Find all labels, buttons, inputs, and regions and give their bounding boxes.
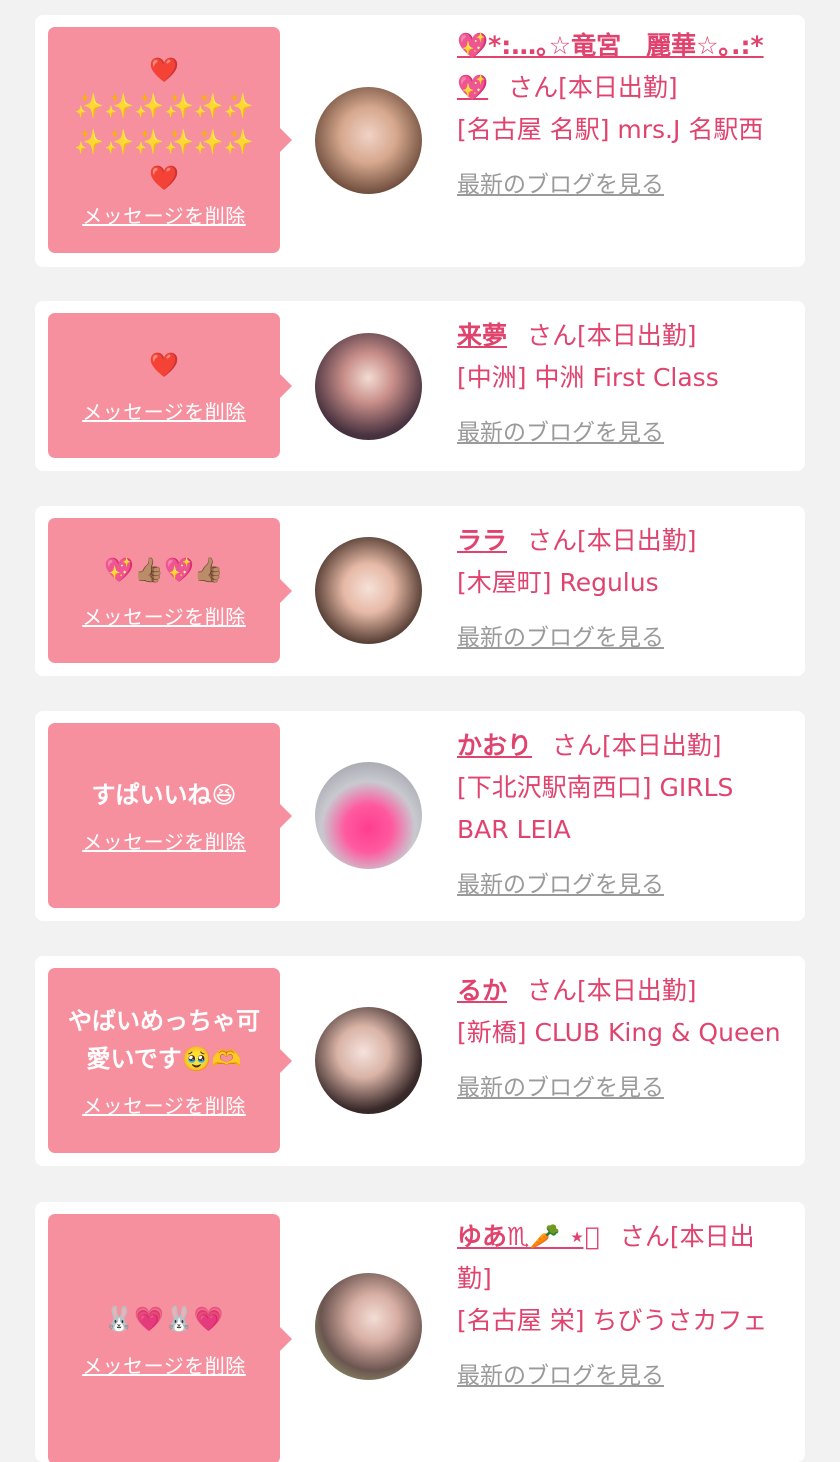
message-bubble: ❤️ ✨✨✨✨✨✨ ✨✨✨✨✨✨ ❤️ メッセージを削除: [48, 27, 292, 253]
avatar[interactable]: [315, 537, 422, 644]
cast-info: ララ さん[本日出勤] [木屋町] Regulus 最新のブログを見る: [457, 520, 787, 652]
avatar[interactable]: [315, 333, 422, 440]
message-bubble: ❤️ メッセージを削除: [48, 313, 292, 458]
list-item: すぱいいね😆 メッセージを削除 かおり さん[本日出勤] [下北沢駅南西口] GI…: [35, 711, 805, 921]
delete-message-link[interactable]: メッセージを削除: [82, 200, 246, 229]
list-item: 🐰💗🐰💗 メッセージを削除 ゆあ♏︎🥕 ⋆͛ さん[本日出勤] [名古屋 栄] ち…: [35, 1202, 805, 1462]
message-text: やばいめっちゃ可愛いです🥹🫶: [68, 1007, 260, 1073]
list-item: ❤️ メッセージを削除 来夢 さん[本日出勤] [中洲] 中洲 First Cla…: [35, 301, 805, 471]
list-item: やばいめっちゃ可愛いです🥹🫶 メッセージを削除 るか さん[本日出勤] [新橋] …: [35, 956, 805, 1166]
cast-info: ゆあ♏︎🥕 ⋆͛ さん[本日出勤] [名古屋 栄] ちびうさカフェ 最新のブログを…: [457, 1216, 787, 1390]
shop-text: [下北沢駅南西口] GIRLS BAR LEIA: [457, 773, 734, 844]
status-text: さん[本日出勤]: [527, 976, 697, 1005]
message-bubble: 💖👍🏽💖👍🏽 メッセージを削除: [48, 518, 292, 663]
message-bubble: やばいめっちゃ可愛いです🥹🫶 メッセージを削除: [48, 968, 292, 1153]
list-item: 💖👍🏽💖👍🏽 メッセージを削除 ララ さん[本日出勤] [木屋町] Regulus…: [35, 506, 805, 676]
shop-text: [名古屋 栄] ちびうさカフェ: [457, 1306, 768, 1335]
message-text: ❤️ ✨✨✨✨✨✨ ✨✨✨✨✨✨ ❤️: [74, 55, 254, 192]
cast-info: 来夢 さん[本日出勤] [中洲] 中洲 First Class 最新のブログを見る: [457, 315, 787, 447]
message-list: ❤️ ✨✨✨✨✨✨ ✨✨✨✨✨✨ ❤️ メッセージを削除 💖*:…｡☆竜宮 麗華…: [0, 0, 840, 1462]
cast-info: かおり さん[本日出勤] [下北沢駅南西口] GIRLS BAR LEIA 最新の…: [457, 725, 787, 899]
message-text: 💖👍🏽💖👍🏽: [104, 556, 224, 584]
latest-blog-link[interactable]: 最新のブログを見る: [457, 165, 664, 199]
cast-name-link[interactable]: ゆあ♏︎🥕 ⋆͛: [457, 1222, 600, 1251]
message-bubble: すぱいいね😆 メッセージを削除: [48, 723, 292, 908]
latest-blog-link[interactable]: 最新のブログを見る: [457, 1356, 664, 1390]
message-bubble: 🐰💗🐰💗 メッセージを削除: [48, 1214, 292, 1462]
message-text: すぱいいね😆: [91, 781, 237, 809]
cast-name-link[interactable]: ララ: [457, 526, 507, 555]
latest-blog-link[interactable]: 最新のブログを見る: [457, 413, 664, 447]
delete-message-link[interactable]: メッセージを削除: [82, 1350, 246, 1379]
list-item: ❤️ ✨✨✨✨✨✨ ✨✨✨✨✨✨ ❤️ メッセージを削除 💖*:…｡☆竜宮 麗華…: [35, 15, 805, 267]
latest-blog-link[interactable]: 最新のブログを見る: [457, 618, 664, 652]
cast-info: るか さん[本日出勤] [新橋] CLUB King & Queen 最新のブログ…: [457, 970, 787, 1102]
cast-name-link[interactable]: かおり: [457, 731, 532, 760]
delete-message-link[interactable]: メッセージを削除: [82, 1090, 246, 1119]
avatar[interactable]: [315, 87, 422, 194]
delete-message-link[interactable]: メッセージを削除: [82, 601, 246, 630]
status-text: さん[本日出勤]: [527, 321, 697, 350]
delete-message-link[interactable]: メッセージを削除: [82, 396, 246, 425]
cast-name-link[interactable]: るか: [457, 976, 507, 1005]
cast-name-link[interactable]: 来夢: [457, 321, 507, 350]
cast-info: 💖*:…｡☆竜宮 麗華☆｡.:*💖 さん[本日出勤] [名古屋 名駅] mrs.J…: [457, 25, 787, 199]
avatar[interactable]: [315, 1273, 422, 1380]
status-text: さん[本日出勤]: [508, 73, 678, 102]
status-text: さん[本日出勤]: [527, 526, 697, 555]
latest-blog-link[interactable]: 最新のブログを見る: [457, 1068, 664, 1102]
shop-text: [名古屋 名駅] mrs.J 名駅西: [457, 115, 764, 144]
status-text: さん[本日出勤]: [552, 731, 722, 760]
message-text: ❤️: [149, 351, 179, 379]
avatar[interactable]: [315, 1007, 422, 1114]
shop-text: [中洲] 中洲 First Class: [457, 363, 719, 392]
avatar[interactable]: [315, 762, 422, 869]
message-text: 🐰💗🐰💗: [104, 1304, 224, 1333]
shop-text: [新橋] CLUB King & Queen: [457, 1018, 781, 1047]
shop-text: [木屋町] Regulus: [457, 568, 659, 597]
delete-message-link[interactable]: メッセージを削除: [82, 826, 246, 855]
latest-blog-link[interactable]: 最新のブログを見る: [457, 865, 664, 899]
